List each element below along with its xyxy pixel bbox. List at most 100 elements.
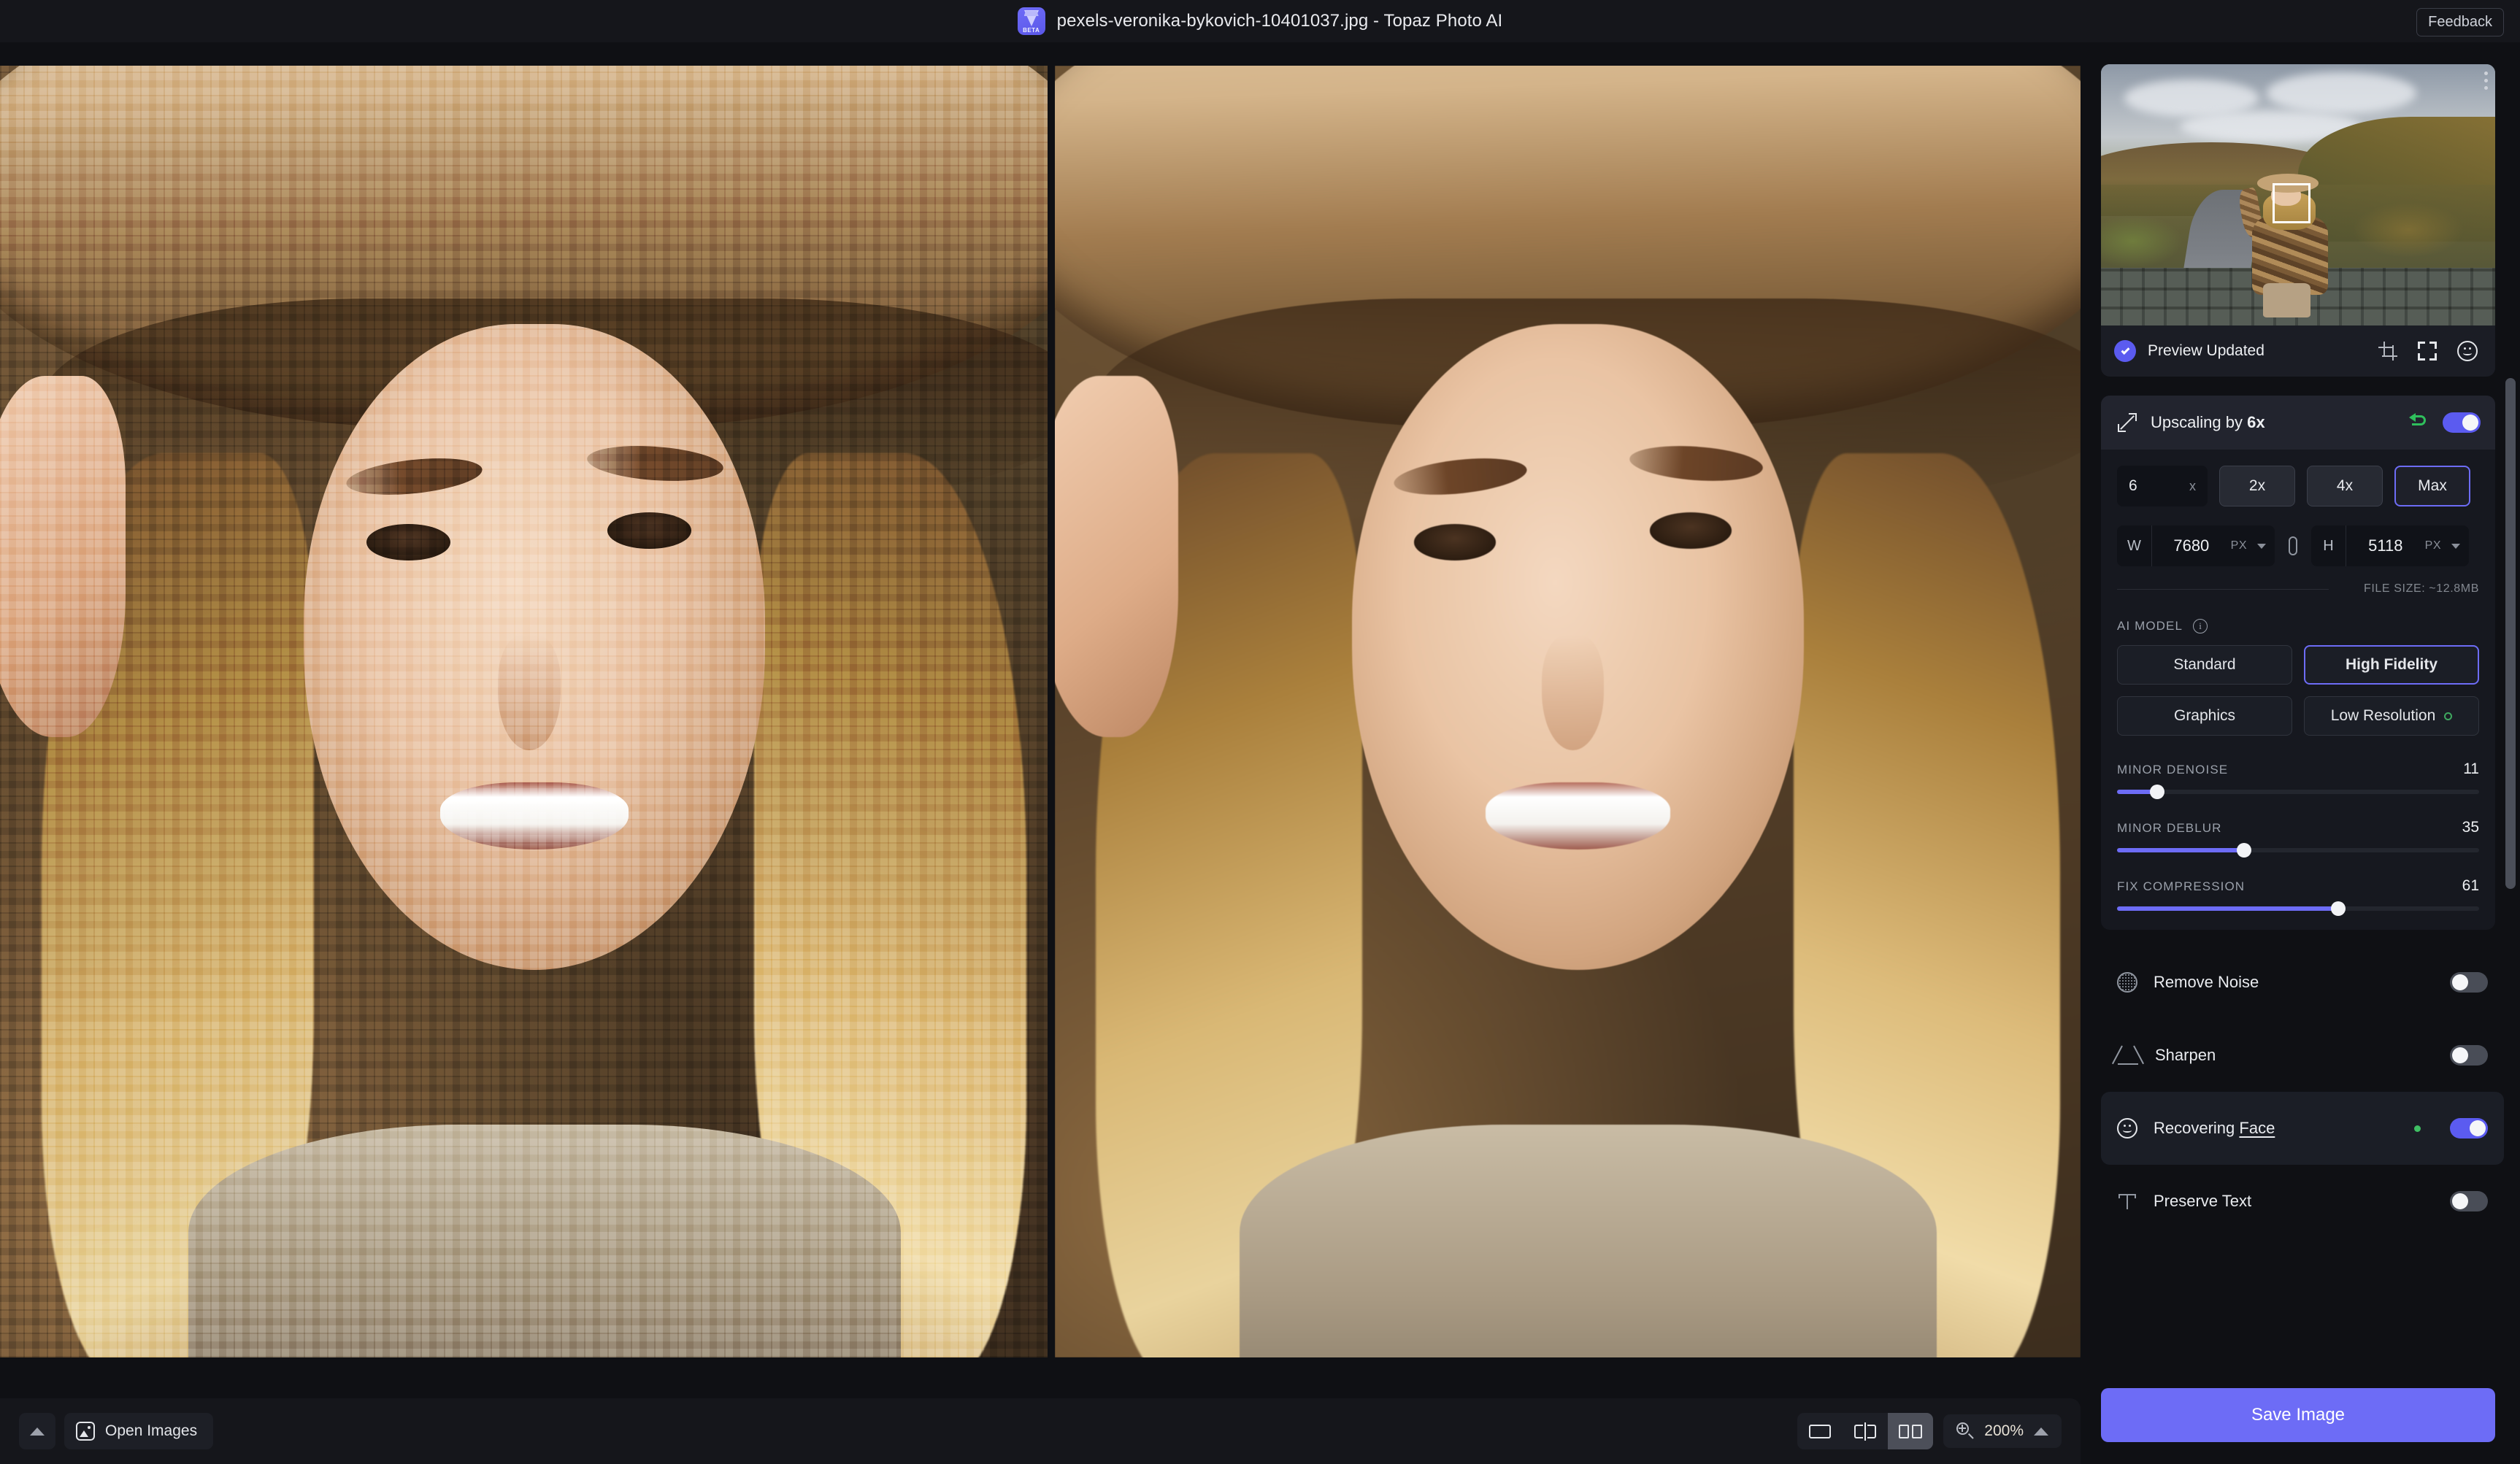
crop-icon[interactable] bbox=[2378, 342, 2397, 361]
beta-badge-label: BETA bbox=[1023, 27, 1040, 34]
fix-compression-value: 61 bbox=[2462, 877, 2479, 894]
open-images-button[interactable]: Open Images bbox=[64, 1413, 214, 1449]
undo-icon[interactable] bbox=[2409, 413, 2429, 432]
bottom-toolbar: Open Images 200% bbox=[0, 1398, 2081, 1464]
ai-model-grid: Standard High Fidelity Graphics Low Reso… bbox=[2117, 645, 2479, 736]
scale-preset-max[interactable]: Max bbox=[2394, 466, 2470, 506]
scale-factor-value: 6 bbox=[2129, 477, 2137, 494]
scale-row: 6 x 2x 4x Max bbox=[2117, 466, 2479, 506]
split-view-icon bbox=[1854, 1422, 1877, 1441]
link-aspect-ratio-icon[interactable] bbox=[2285, 535, 2301, 557]
text-icon bbox=[2117, 1191, 2137, 1211]
tool-row-remove-noise[interactable]: Remove Noise bbox=[2101, 946, 2504, 1019]
cloud-shape bbox=[2266, 72, 2416, 114]
side-by-side-view-icon bbox=[1899, 1424, 1923, 1438]
height-unit[interactable]: PX bbox=[2425, 539, 2451, 552]
app-logo-icon: BETA bbox=[1017, 7, 1045, 35]
recover-faces-toggle[interactable] bbox=[2450, 1118, 2488, 1139]
width-unit[interactable]: PX bbox=[2231, 539, 2257, 552]
tool-row-sharpen[interactable]: Sharpen bbox=[2101, 1019, 2504, 1092]
width-field[interactable]: W 7680 PX bbox=[2117, 525, 2275, 566]
magnifier-plus-icon bbox=[1956, 1422, 1974, 1440]
split-view-button[interactable] bbox=[1843, 1413, 1888, 1449]
file-size-label: FILE SIZE: ~12.8MB bbox=[2117, 582, 2479, 596]
panel-scrollbar[interactable] bbox=[2505, 378, 2516, 889]
minor-denoise-slider-block: MINOR DENOISE 11 bbox=[2117, 760, 2479, 799]
face-icon[interactable] bbox=[2457, 341, 2478, 361]
save-image-button[interactable]: Save Image bbox=[2101, 1388, 2495, 1442]
side-by-side-view-button[interactable] bbox=[1888, 1413, 1934, 1449]
tool-row-preserve-text[interactable]: Preserve Text bbox=[2101, 1165, 2504, 1238]
ai-model-label: AI MODEL bbox=[2117, 619, 2183, 633]
minor-deblur-slider-block: MINOR DEBLUR 35 bbox=[2117, 819, 2479, 858]
upscaling-card: Upscaling by 6x 6 x 2x 4x Max W 7680 PX … bbox=[2101, 396, 2495, 930]
remove-noise-label: Remove Noise bbox=[2154, 973, 2259, 991]
height-label: H bbox=[2311, 525, 2346, 566]
recover-faces-link[interactable]: Face bbox=[2239, 1119, 2275, 1137]
width-value: 7680 bbox=[2173, 536, 2210, 555]
image-icon bbox=[76, 1422, 95, 1441]
model-low-resolution-button[interactable]: Low Resolution bbox=[2304, 696, 2479, 736]
sharpen-toggle[interactable] bbox=[2450, 1045, 2488, 1066]
sharpen-icon bbox=[2111, 1045, 2145, 1065]
bottom-left-group: Open Images bbox=[19, 1413, 214, 1449]
thumbnail-more-options-icon[interactable] bbox=[2484, 72, 2488, 90]
width-unit-chevron-down-icon[interactable] bbox=[2257, 543, 2266, 549]
upscaling-title-value: 6x bbox=[2247, 413, 2265, 431]
minor-denoise-label: MINOR DENOISE bbox=[2117, 763, 2229, 777]
face-selection-box[interactable] bbox=[2272, 182, 2310, 223]
after-image-pane[interactable] bbox=[1055, 66, 2081, 1357]
model-standard-button[interactable]: Standard bbox=[2117, 645, 2292, 685]
title-bar: BETA pexels-veronika-bykovich-10401037.j… bbox=[0, 0, 2520, 42]
model-graphics-button[interactable]: Graphics bbox=[2117, 696, 2292, 736]
pane-divider[interactable] bbox=[1048, 66, 1055, 1357]
fix-compression-track[interactable] bbox=[2117, 901, 2479, 916]
fix-compression-handle[interactable] bbox=[2330, 901, 2346, 916]
scale-preset-4x[interactable]: 4x bbox=[2307, 466, 2383, 506]
zoom-chevron-up-icon[interactable] bbox=[2034, 1427, 2048, 1436]
before-image-pane[interactable] bbox=[0, 66, 1048, 1357]
minor-deblur-label: MINOR DEBLUR bbox=[2117, 821, 2222, 835]
tool-row-recover-faces[interactable]: Recovering Face bbox=[2101, 1092, 2504, 1165]
chevron-up-icon bbox=[30, 1427, 45, 1436]
scale-factor-unit: x bbox=[2189, 478, 2196, 493]
feedback-button[interactable]: Feedback bbox=[2416, 8, 2504, 36]
minor-denoise-handle[interactable] bbox=[2149, 785, 2164, 799]
upscaling-title-prefix: Upscaling by bbox=[2151, 413, 2248, 431]
scale-factor-input[interactable]: 6 x bbox=[2117, 466, 2208, 506]
model-high-fidelity-button[interactable]: High Fidelity bbox=[2304, 645, 2479, 685]
fullscreen-icon[interactable] bbox=[2418, 342, 2437, 361]
minor-deblur-track[interactable] bbox=[2117, 843, 2479, 858]
title-group: BETA pexels-veronika-bykovich-10401037.j… bbox=[1017, 7, 1503, 35]
preview-card: Preview Updated bbox=[2101, 64, 2495, 377]
image-viewer[interactable] bbox=[0, 66, 2081, 1357]
remove-noise-toggle[interactable] bbox=[2450, 972, 2488, 993]
minor-deblur-handle[interactable] bbox=[2236, 843, 2251, 858]
preserve-text-toggle[interactable] bbox=[2450, 1191, 2488, 1211]
minor-deblur-value: 35 bbox=[2462, 819, 2479, 836]
cloud-shape bbox=[2124, 80, 2259, 117]
single-view-button[interactable] bbox=[1797, 1413, 1843, 1449]
zoom-control[interactable]: 200% bbox=[1943, 1414, 2062, 1448]
preview-thumbnail[interactable] bbox=[2101, 64, 2495, 325]
height-unit-chevron-down-icon[interactable] bbox=[2451, 543, 2460, 549]
before-photo bbox=[0, 66, 1048, 1357]
width-label: W bbox=[2117, 525, 2152, 566]
height-value: 5118 bbox=[2368, 536, 2403, 555]
minor-denoise-value: 11 bbox=[2463, 760, 2479, 777]
check-circle-icon bbox=[2114, 340, 2136, 362]
ai-model-header: AI MODEL i bbox=[2117, 619, 2479, 633]
minor-denoise-track[interactable] bbox=[2117, 785, 2479, 799]
noise-icon bbox=[2117, 972, 2137, 993]
upscaling-toggle[interactable] bbox=[2443, 412, 2481, 433]
upscaling-card-header: Upscaling by 6x bbox=[2101, 396, 2495, 450]
recover-faces-prefix: Recovering bbox=[2154, 1119, 2240, 1137]
upscale-arrows-icon bbox=[2117, 412, 2137, 433]
collapse-filmstrip-button[interactable] bbox=[19, 1413, 55, 1449]
preview-status-group: Preview Updated bbox=[2114, 340, 2264, 362]
fix-compression-slider-block: FIX COMPRESSION 61 bbox=[2117, 877, 2479, 916]
scale-preset-2x[interactable]: 2x bbox=[2219, 466, 2295, 506]
info-icon[interactable]: i bbox=[2193, 619, 2208, 633]
height-field[interactable]: H 5118 PX bbox=[2311, 525, 2469, 566]
dimensions-row: W 7680 PX H 5118 PX bbox=[2117, 525, 2479, 566]
